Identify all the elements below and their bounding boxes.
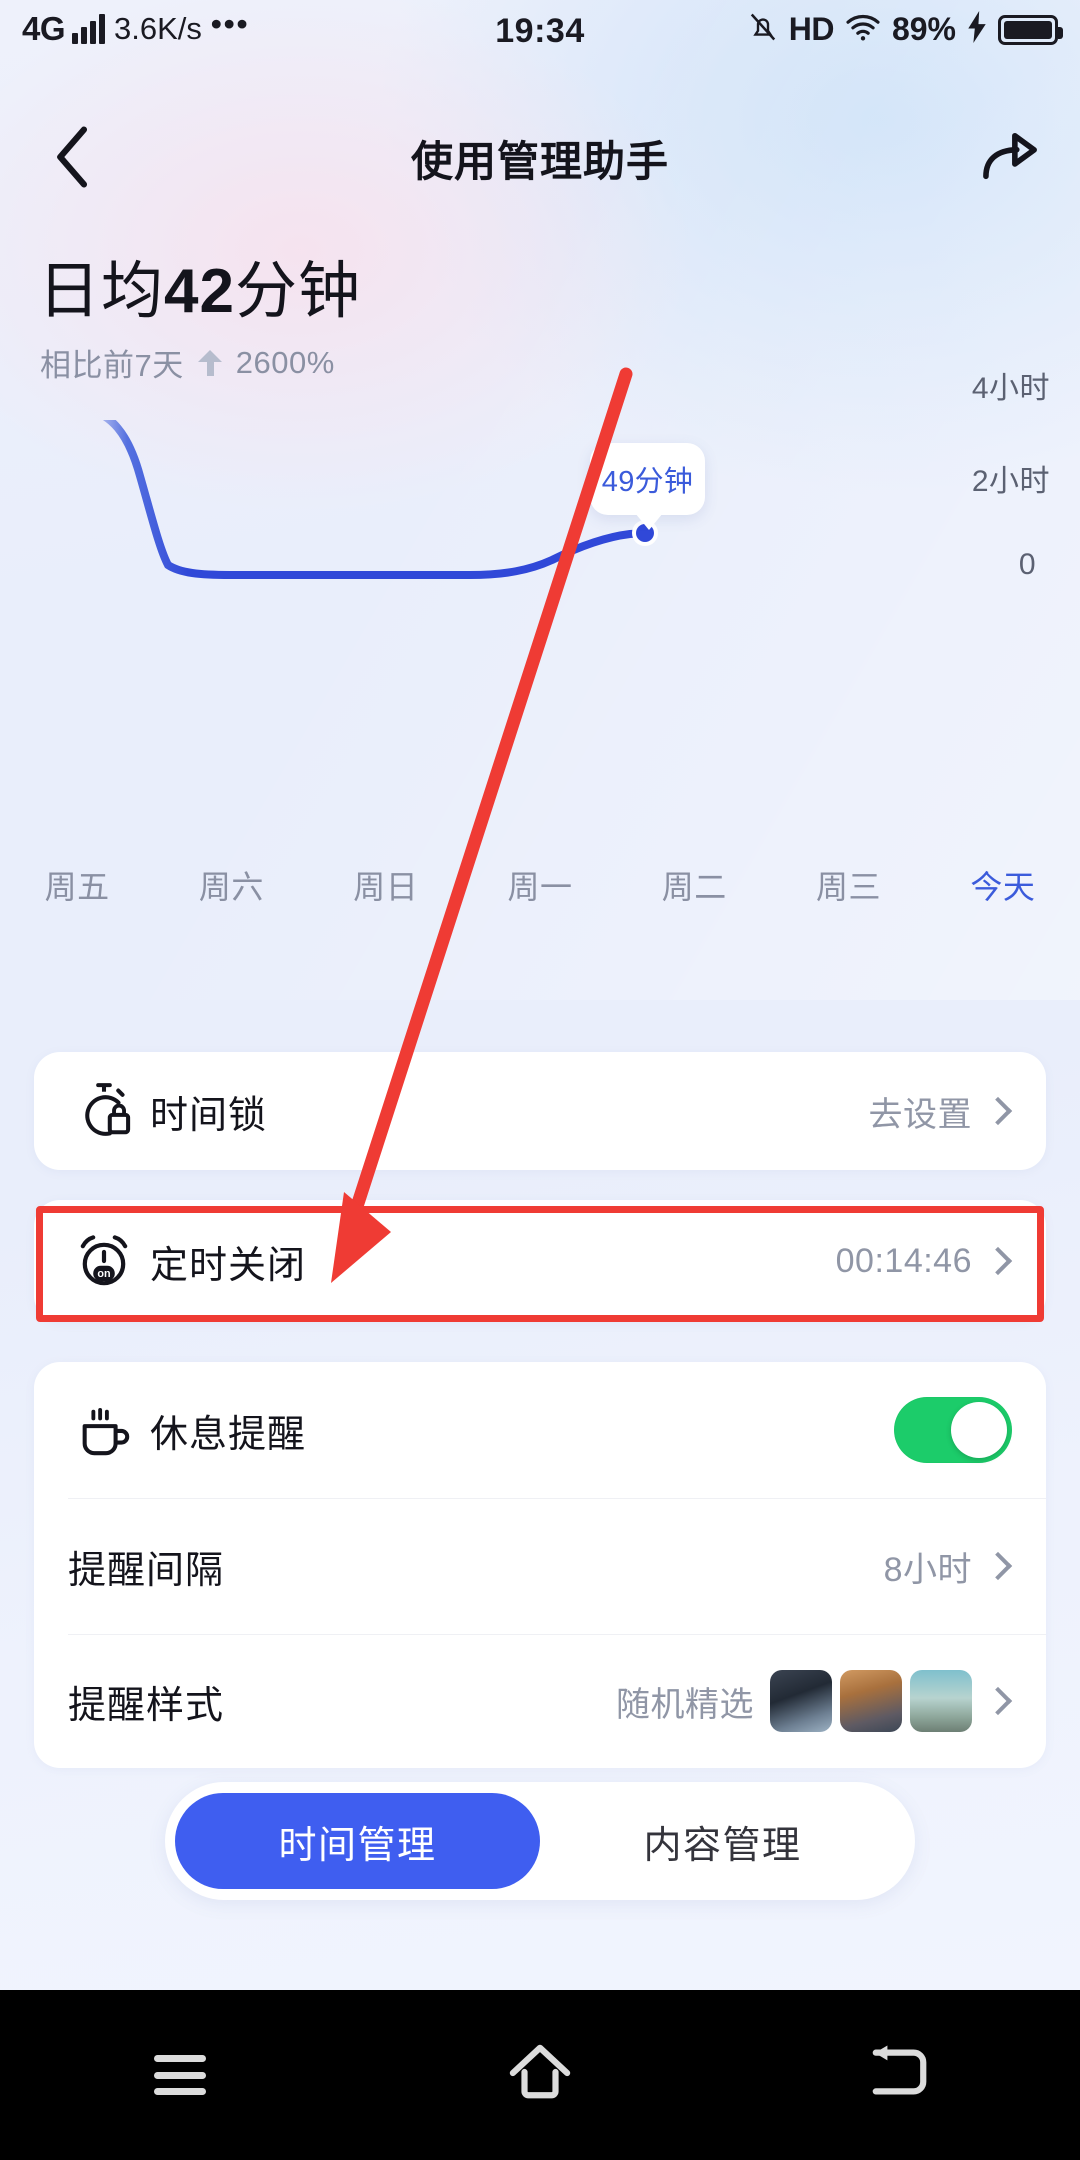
scheduled-off-card: on 定时关闭 00:14:46 [34, 1200, 1046, 1322]
status-bar: 4G 3.6K/s ••• 19:34 HD 89% [0, 0, 1080, 78]
reminder-interval-action[interactable]: 8小时 [883, 1542, 1013, 1591]
thumbnail-dark-shore [770, 1670, 832, 1732]
y-axis-label-4h: 4小时 [971, 372, 1050, 405]
back-button[interactable] [30, 116, 116, 202]
chart-x-axis: 周五 周六 周日 周一 周二 周三 今天 [0, 855, 1080, 915]
mute-bell-icon [748, 10, 778, 49]
thumbnail-sunset-canyon [840, 1670, 902, 1732]
time-lock-card: 时间锁 去设置 [34, 1052, 1046, 1170]
scheduled-off-value: 00:14:46 [835, 1241, 972, 1280]
headline-value: 42 [164, 257, 235, 326]
row-break-reminder[interactable]: 休息提醒 [34, 1362, 1046, 1498]
break-reminder-toggle-wrap[interactable] [894, 1397, 1012, 1463]
android-nav-bar [0, 1990, 1080, 2160]
home-button[interactable] [360, 1990, 720, 2160]
title-bar: 使用管理助手 [0, 112, 1080, 204]
x-tick-0[interactable]: 周五 [0, 862, 154, 908]
comparison-label: 相比前7天 [40, 348, 184, 383]
headline-suffix: 分钟 [234, 257, 361, 326]
wifi-icon [845, 12, 881, 47]
reminder-interval-label: 提醒间隔 [68, 1549, 225, 1592]
svg-text:on: on [97, 1268, 110, 1280]
y-axis-label-0: 0 [1018, 548, 1036, 581]
y-axis-label-2h: 2小时 [971, 465, 1050, 498]
back-icon [869, 2043, 931, 2108]
time-lock-label: 时间锁 [150, 1094, 268, 1137]
reminder-style-label: 提醒样式 [68, 1684, 225, 1727]
trend-up-arrow-icon [197, 349, 222, 376]
stopwatch-lock-icon [68, 1082, 140, 1140]
chevron-right-icon [983, 1246, 1013, 1276]
x-tick-3[interactable]: 周一 [463, 862, 617, 908]
share-icon [980, 130, 1042, 189]
row-reminder-style[interactable]: 提醒样式 随机精选 [34, 1634, 1046, 1768]
chart-curve [102, 420, 658, 579]
tab-content-management[interactable]: 内容管理 [540, 1793, 905, 1889]
recents-button[interactable] [0, 1990, 360, 2160]
daily-average-headline: 日均42分钟 [38, 240, 361, 330]
row-scheduled-off[interactable]: on 定时关闭 00:14:46 [34, 1200, 1046, 1322]
x-tick-5[interactable]: 周三 [771, 862, 925, 908]
row-reminder-interval[interactable]: 提醒间隔 8小时 [34, 1498, 1046, 1634]
recents-icon [154, 2055, 206, 2095]
chevron-right-icon [983, 1686, 1013, 1716]
status-bar-right: HD 89% [748, 10, 1063, 49]
break-reminder-card: 休息提醒 提醒间隔 8小时 提醒样式 随机精选 [34, 1362, 1046, 1768]
x-tick-today[interactable]: 今天 [926, 862, 1080, 908]
break-reminder-toggle[interactable] [894, 1397, 1012, 1463]
battery-icon [998, 14, 1063, 45]
chart-tooltip: 49分钟 [590, 443, 705, 530]
x-tick-2[interactable]: 周日 [309, 862, 463, 908]
chevron-right-icon [983, 1096, 1013, 1126]
tab-time-management[interactable]: 时间管理 [175, 1793, 540, 1889]
x-tick-4[interactable]: 周二 [617, 862, 771, 908]
scheduled-off-action[interactable]: 00:14:46 [835, 1241, 1013, 1281]
home-icon [507, 2042, 573, 2109]
comparison-line: 相比前7天 2600% [40, 340, 335, 385]
reminder-style-thumbnails [770, 1670, 972, 1732]
scheduled-off-label: 定时关闭 [150, 1244, 307, 1287]
break-reminder-label: 休息提醒 [150, 1413, 307, 1456]
back-button-nav[interactable] [720, 1990, 1080, 2160]
reminder-interval-value: 8小时 [883, 1550, 972, 1589]
time-lock-value: 去设置 [868, 1095, 972, 1134]
alarm-on-icon: on [68, 1233, 140, 1289]
coffee-cup-icon [68, 1401, 140, 1459]
phone-screen: 4G 3.6K/s ••• 19:34 HD 89% 使用管理助手 日均42分钟… [0, 0, 1080, 2160]
usage-line-chart [0, 420, 1080, 720]
thumbnail-lighthouse [910, 1670, 972, 1732]
chevron-right-icon [983, 1551, 1013, 1581]
charging-bolt-icon [967, 11, 987, 48]
share-button[interactable] [968, 116, 1054, 202]
bottom-tab-switch: 时间管理 内容管理 [165, 1782, 915, 1900]
comparison-value: 2600% [235, 344, 335, 380]
headline-prefix: 日均 [38, 257, 165, 326]
reminder-style-value: 随机精选 [616, 1685, 754, 1724]
battery-percent-label: 89% [891, 11, 956, 47]
time-lock-action[interactable]: 去设置 [869, 1087, 1013, 1136]
x-tick-1[interactable]: 周六 [154, 862, 308, 908]
reminder-style-action[interactable]: 随机精选 [616, 1670, 1013, 1732]
hd-label: HD [788, 11, 835, 47]
page-title: 使用管理助手 [410, 137, 669, 185]
chart-tooltip-label: 49分钟 [601, 466, 694, 498]
row-time-lock[interactable]: 时间锁 去设置 [34, 1052, 1046, 1170]
back-chevron-icon [52, 126, 94, 193]
